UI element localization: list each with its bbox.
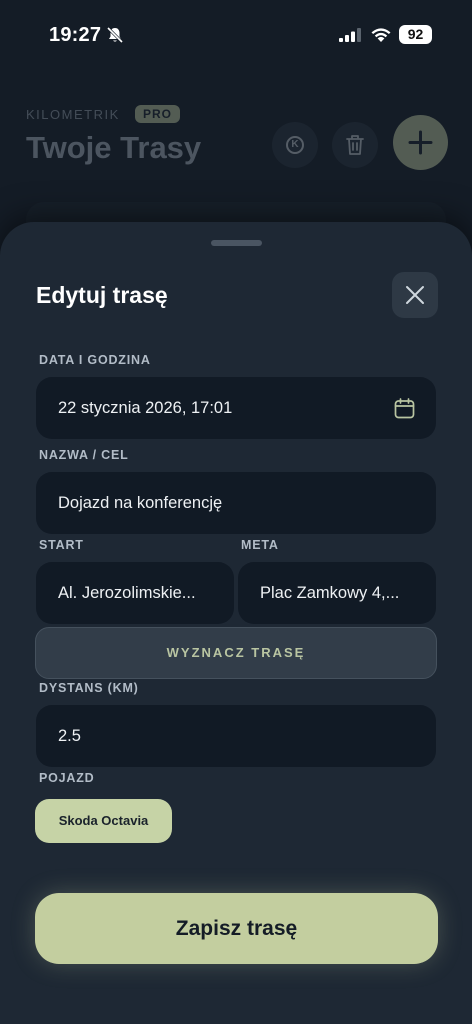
meta-value: Plac Zamkowy 4,... xyxy=(260,584,400,602)
meta-field[interactable]: Plac Zamkowy 4,... xyxy=(238,562,436,624)
save-route-button[interactable]: Zapisz trasę xyxy=(35,893,438,964)
brand-name: KILOMETRIK xyxy=(26,107,120,122)
name-field[interactable]: Dojazd na konferencję xyxy=(36,472,436,534)
status-time: 19:27 xyxy=(49,24,102,46)
distance-value: 2.5 xyxy=(58,727,81,745)
signal-icon xyxy=(339,28,361,42)
calendar-icon[interactable] xyxy=(394,398,415,419)
background-header: KILOMETRIK PRO Twoje Trasy K xyxy=(0,90,472,242)
start-field[interactable]: Al. Jerozolimskie... xyxy=(36,562,234,624)
wifi-icon xyxy=(371,28,391,42)
vehicle-label: POJAZD xyxy=(39,771,95,785)
distance-label: DYSTANS (KM) xyxy=(39,681,139,695)
pro-badge: PRO xyxy=(135,105,181,123)
name-value: Dojazd na konferencję xyxy=(58,494,223,512)
battery-indicator: 92 xyxy=(399,25,432,44)
meta-label: META xyxy=(241,538,279,552)
date-label: DATA I GODZINA xyxy=(39,353,151,367)
start-value: Al. Jerozolimskie... xyxy=(58,584,196,602)
vehicle-chip-label: Skoda Octavia xyxy=(58,813,149,828)
delete-button xyxy=(332,122,378,168)
calculate-route-button[interactable]: WYZNACZ TRASĘ xyxy=(35,627,437,679)
date-field[interactable]: 22 stycznia 2026, 17:01 xyxy=(36,377,436,439)
trash-icon xyxy=(346,135,364,155)
page-title: Twoje Trasy xyxy=(26,130,202,165)
k-icon: K xyxy=(286,136,304,154)
bell-slash-icon xyxy=(106,26,124,44)
sheet-grabber[interactable] xyxy=(211,240,262,246)
name-label: NAZWA / CEL xyxy=(39,448,129,462)
calculate-route-label: WYZNACZ TRASĘ xyxy=(166,645,306,660)
sheet-title: Edytuj trasę xyxy=(36,282,168,308)
close-icon xyxy=(406,286,424,304)
save-route-label: Zapisz trasę xyxy=(175,917,298,940)
k-button: K xyxy=(272,122,318,168)
vehicle-chip[interactable]: Skoda Octavia xyxy=(35,799,172,843)
plus-icon xyxy=(408,130,433,155)
distance-field[interactable]: 2.5 xyxy=(36,705,436,767)
close-button[interactable] xyxy=(392,272,438,318)
add-button xyxy=(393,115,448,170)
start-label: START xyxy=(39,538,84,552)
date-value: 22 stycznia 2026, 17:01 xyxy=(58,399,233,417)
edit-route-sheet: Edytuj trasę DATA I GODZINA 22 stycznia … xyxy=(0,222,472,1024)
status-bar: 19:27 92 xyxy=(0,0,472,70)
